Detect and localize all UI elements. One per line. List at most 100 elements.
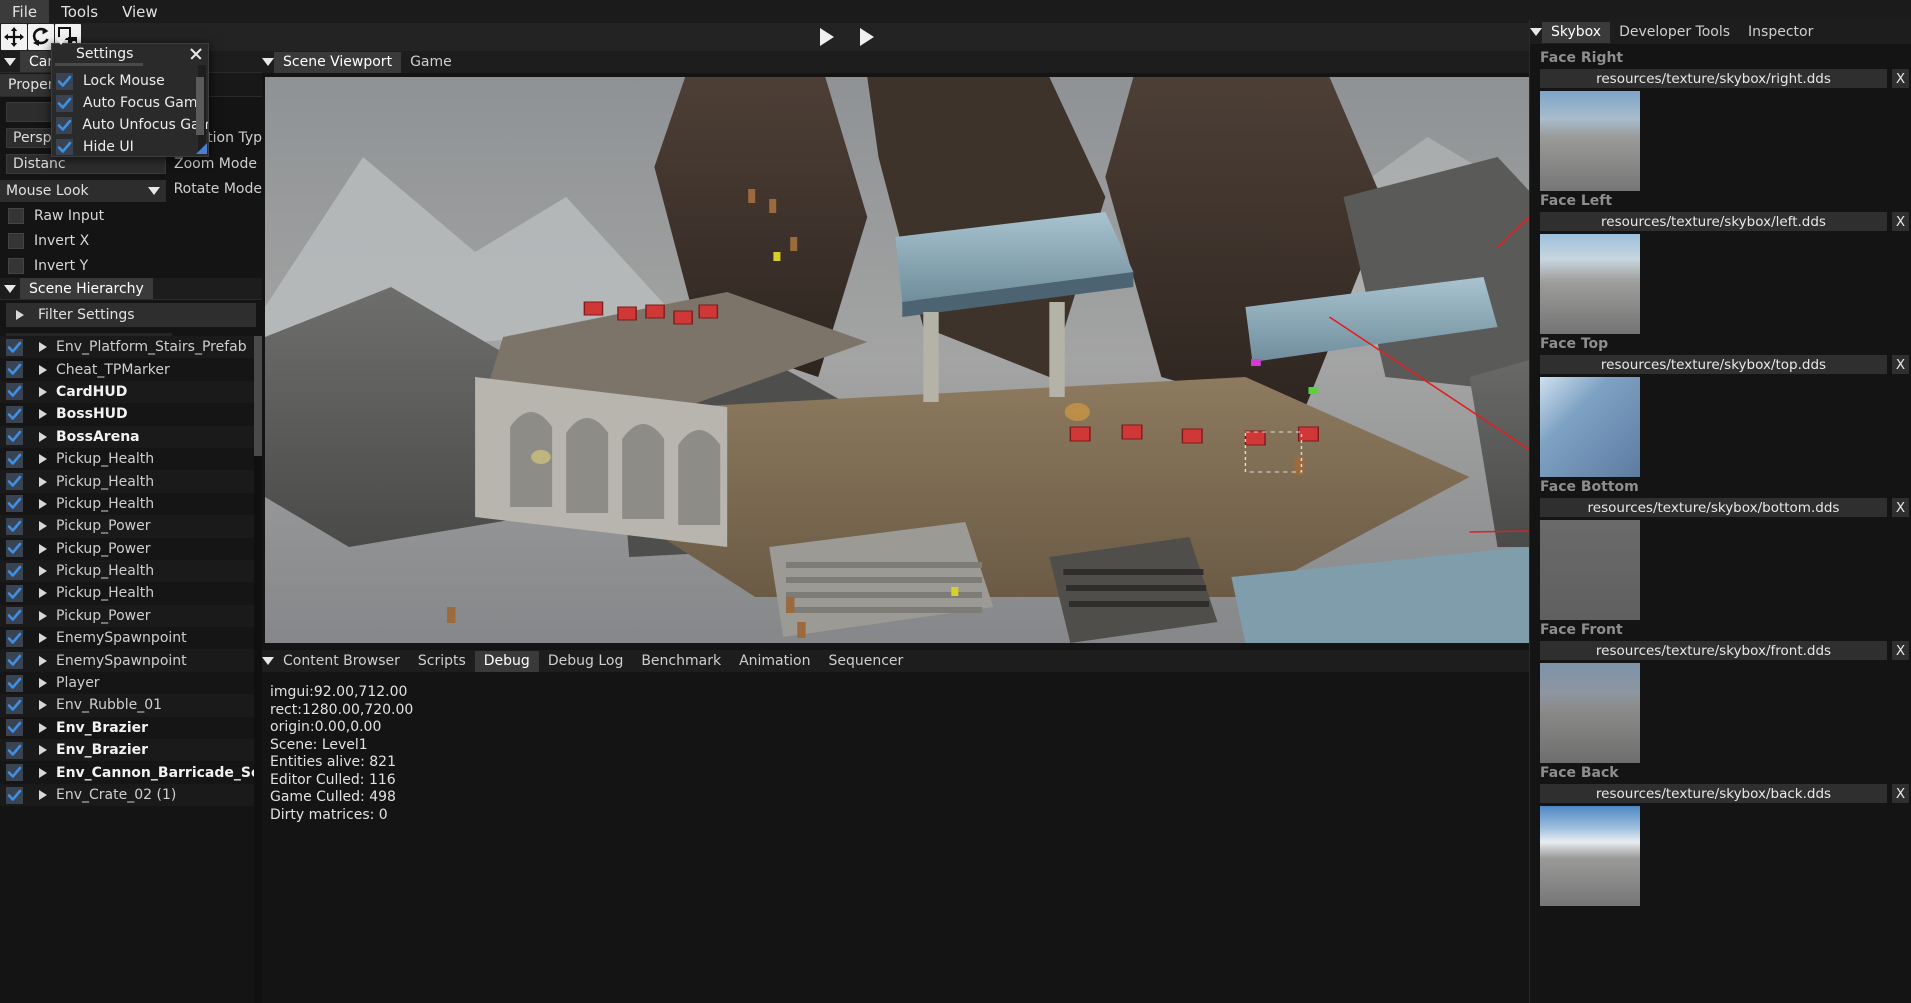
hierarchy-row[interactable]: Pickup_Power — [0, 515, 254, 537]
hierarchy-row[interactable]: BossArena — [0, 426, 254, 448]
mouse-look-combo[interactable]: Mouse Look — [0, 180, 166, 202]
settings-popup-scrollbar[interactable] — [198, 65, 206, 153]
chevron-right-icon[interactable] — [39, 588, 47, 598]
chevron-right-icon[interactable] — [39, 477, 47, 487]
chevron-right-icon[interactable] — [39, 790, 47, 800]
chevron-right-icon[interactable] — [39, 566, 47, 576]
debug-panel-menu-icon[interactable] — [262, 657, 274, 665]
tab-scene-hierarchy[interactable]: Scene Hierarchy — [20, 278, 153, 299]
hierarchy-visibility-checkbox[interactable] — [6, 563, 23, 580]
settings-option-1[interactable]: Auto Focus Game — [52, 92, 208, 114]
skybox-face-path-input[interactable]: resources/texture/skybox/right.dds — [1540, 69, 1887, 88]
chevron-right-icon[interactable] — [39, 432, 47, 442]
hierarchy-visibility-checkbox[interactable] — [6, 697, 23, 714]
skybox-face-clear-button[interactable]: X — [1892, 69, 1909, 88]
chevron-right-icon[interactable] — [39, 409, 47, 419]
hierarchy-scrollbar[interactable] — [254, 336, 262, 1003]
skybox-face-thumbnail[interactable] — [1540, 234, 1640, 334]
skybox-face-path-input[interactable]: resources/texture/skybox/top.dds — [1540, 355, 1887, 374]
skybox-face-thumbnail[interactable] — [1540, 806, 1640, 906]
skybox-face-path-input[interactable]: resources/texture/skybox/left.dds — [1540, 212, 1887, 231]
invert-x-row[interactable]: Invert X — [0, 230, 262, 252]
tab-debug-log[interactable]: Debug Log — [539, 651, 633, 672]
invert-x-checkbox[interactable] — [8, 233, 24, 249]
close-icon[interactable] — [189, 47, 203, 61]
settings-option-2[interactable]: Auto Unfocus Gam — [52, 114, 208, 136]
resize-grip-icon[interactable] — [196, 143, 207, 154]
hierarchy-row[interactable]: Pickup_Health — [0, 493, 254, 515]
hierarchy-visibility-checkbox[interactable] — [6, 675, 23, 692]
hierarchy-visibility-checkbox[interactable] — [6, 585, 23, 602]
menu-file[interactable]: File — [0, 0, 49, 23]
hierarchy-row[interactable]: Pickup_Health — [0, 448, 254, 470]
chevron-right-icon[interactable] — [39, 633, 47, 643]
invert-y-row[interactable]: Invert Y — [0, 255, 262, 277]
hierarchy-panel-menu-icon[interactable] — [0, 278, 20, 300]
settings-popup-titlebar[interactable]: Settings — [52, 44, 208, 63]
chevron-right-icon[interactable] — [39, 745, 47, 755]
hierarchy-row[interactable]: Env_Brazier — [0, 717, 254, 739]
hierarchy-visibility-checkbox[interactable] — [6, 383, 23, 400]
settings-option-checkbox[interactable] — [56, 95, 73, 112]
hierarchy-row[interactable]: Pickup_Health — [0, 560, 254, 582]
hierarchy-row[interactable]: EnemySpawnpoint — [0, 649, 254, 671]
raw-input-checkbox[interactable] — [8, 208, 24, 224]
viewport-panel-menu-icon[interactable] — [262, 58, 274, 66]
tab-content-browser[interactable]: Content Browser — [274, 651, 409, 672]
settings-option-0[interactable]: Lock Mouse — [52, 70, 208, 92]
skybox-face-thumbnail[interactable] — [1540, 663, 1640, 763]
settings-option-checkbox[interactable] — [56, 139, 73, 156]
settings-popup-menu-icon[interactable] — [55, 45, 71, 63]
chevron-right-icon[interactable] — [39, 387, 47, 397]
settings-option-checkbox[interactable] — [56, 73, 73, 90]
settings-option-3[interactable]: Hide UI — [52, 136, 208, 155]
raw-input-row[interactable]: Raw Input — [0, 205, 262, 227]
chevron-right-icon[interactable] — [39, 454, 47, 464]
skybox-face-path-input[interactable]: resources/texture/skybox/front.dds — [1540, 641, 1887, 660]
hierarchy-row[interactable]: Pickup_Power — [0, 538, 254, 560]
skybox-face-path-input[interactable]: resources/texture/skybox/bottom.dds — [1540, 498, 1887, 517]
tab-debug[interactable]: Debug — [475, 651, 539, 672]
chevron-right-icon[interactable] — [39, 365, 47, 375]
menu-view[interactable]: View — [110, 0, 170, 23]
chevron-right-icon[interactable] — [39, 521, 47, 531]
hierarchy-visibility-checkbox[interactable] — [6, 742, 23, 759]
skybox-face-clear-button[interactable]: X — [1892, 641, 1909, 660]
skybox-face-clear-button[interactable]: X — [1892, 355, 1909, 374]
chevron-right-icon[interactable] — [39, 768, 47, 778]
hierarchy-visibility-checkbox[interactable] — [6, 719, 23, 736]
skybox-panel-menu-icon[interactable] — [1530, 28, 1542, 36]
hierarchy-row[interactable]: Player — [0, 672, 254, 694]
hierarchy-visibility-checkbox[interactable] — [6, 607, 23, 624]
skybox-face-clear-button[interactable]: X — [1892, 784, 1909, 803]
hierarchy-row[interactable]: Pickup_Power — [0, 605, 254, 627]
hierarchy-row[interactable]: EnemySpawnpoint — [0, 627, 254, 649]
hierarchy-row[interactable]: Env_Cannon_Barricade_Set — [0, 761, 254, 783]
hierarchy-visibility-checkbox[interactable] — [6, 540, 23, 557]
settings-option-checkbox[interactable] — [56, 117, 72, 134]
chevron-right-icon[interactable] — [39, 342, 47, 352]
tab-sequencer[interactable]: Sequencer — [819, 651, 912, 672]
move-tool-icon[interactable] — [1, 24, 27, 50]
chevron-right-icon[interactable] — [39, 544, 47, 554]
play-step-button[interactable] — [856, 25, 878, 49]
hierarchy-visibility-checkbox[interactable] — [6, 406, 23, 423]
play-button[interactable] — [816, 25, 838, 49]
chevron-right-icon[interactable] — [39, 700, 47, 710]
skybox-face-clear-button[interactable]: X — [1892, 212, 1909, 231]
distance-field[interactable]: Distanc — [6, 154, 166, 174]
hierarchy-visibility-checkbox[interactable] — [6, 787, 23, 804]
tab-inspector[interactable]: Inspector — [1739, 22, 1822, 43]
hierarchy-row[interactable]: Cheat_TPMarker — [0, 358, 254, 380]
hierarchy-visibility-checkbox[interactable] — [6, 428, 23, 445]
chevron-right-icon[interactable] — [39, 611, 47, 621]
skybox-face-thumbnail[interactable] — [1540, 377, 1640, 477]
hierarchy-row[interactable]: CardHUD — [0, 381, 254, 403]
chevron-right-icon[interactable] — [39, 723, 47, 733]
hierarchy-row[interactable]: Env_Brazier — [0, 739, 254, 761]
hierarchy-row[interactable]: Pickup_Health — [0, 582, 254, 604]
skybox-face-path-input[interactable]: resources/texture/skybox/back.dds — [1540, 784, 1887, 803]
hierarchy-row[interactable]: Env_Platform_Stairs_Prefab — [0, 336, 254, 358]
tab-scene-viewport[interactable]: Scene Viewport — [274, 52, 401, 73]
hierarchy-visibility-checkbox[interactable] — [6, 495, 23, 512]
